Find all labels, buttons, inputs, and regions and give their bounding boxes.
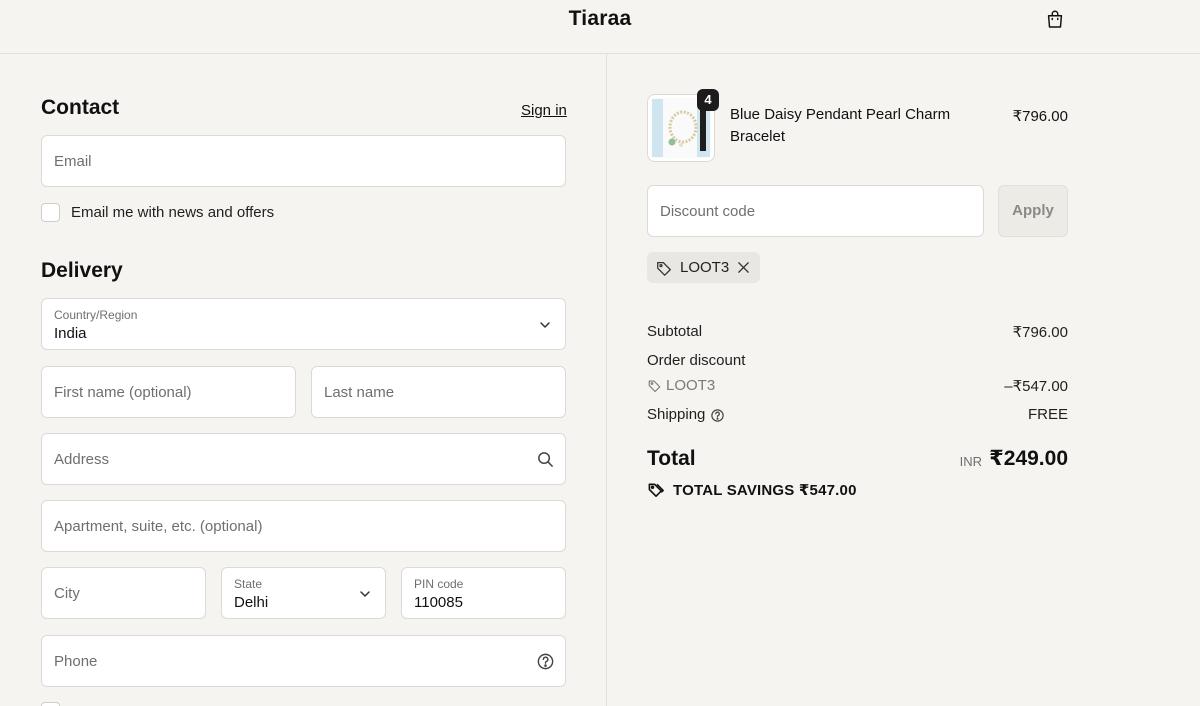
quantity-badge: 4 — [697, 89, 719, 111]
state-select[interactable]: State Delhi — [221, 567, 386, 619]
apply-button[interactable]: Apply — [998, 185, 1068, 237]
discount-code-input[interactable]: Discount code — [647, 185, 984, 237]
brand-logo[interactable]: Tiaraa — [0, 7, 1200, 31]
pin-code-label: PIN code — [414, 577, 464, 591]
search-icon[interactable] — [536, 450, 555, 469]
chevron-down-icon — [540, 322, 550, 328]
apartment-placeholder: Apartment, suite, etc. (optional) — [54, 518, 263, 535]
order-discount-label: Order discount — [647, 352, 746, 369]
city-placeholder: City — [54, 585, 80, 602]
column-divider — [606, 54, 607, 706]
pin-code-value: 110085 — [414, 594, 463, 611]
last-name-field[interactable]: Last name — [311, 366, 566, 418]
sign-in-link[interactable]: Sign in — [521, 102, 567, 119]
email-placeholder: Email — [54, 153, 92, 170]
country-select[interactable]: Country/Region India — [41, 298, 566, 350]
first-name-field[interactable]: First name (optional) — [41, 366, 296, 418]
state-value: Delhi — [234, 594, 269, 611]
discount-value: –₹547.00 — [1004, 378, 1068, 395]
country-label: Country/Region — [54, 308, 138, 322]
savings-tags-icon — [648, 483, 664, 497]
last-name-placeholder: Last name — [324, 384, 395, 401]
shipping-value: FREE — [1027, 406, 1068, 423]
country-value: India — [54, 325, 87, 342]
state-label: State — [234, 577, 263, 591]
shipping-label: Shipping — [647, 406, 706, 423]
city-field[interactable]: City — [41, 567, 206, 619]
email-field[interactable]: Email — [41, 135, 566, 187]
checkbox-partial[interactable] — [41, 702, 60, 706]
contact-title: Contact — [41, 96, 120, 119]
product-price: ₹796.00 — [1012, 108, 1068, 125]
shopping-bag-icon[interactable] — [1044, 8, 1066, 30]
total-label: Total — [647, 447, 696, 470]
phone-field[interactable]: Phone — [41, 635, 566, 687]
apartment-field[interactable]: Apartment, suite, etc. (optional) — [41, 500, 566, 552]
savings-value: ₹547.00 — [798, 482, 857, 499]
help-circle-icon[interactable] — [536, 652, 555, 671]
discount-code-placeholder: Discount code — [660, 203, 756, 220]
applied-discount-chip: LOOT3 — [647, 252, 760, 283]
phone-placeholder: Phone — [54, 653, 98, 670]
product-name: Blue Daisy Pendant Pearl Charm Bracelet — [730, 106, 951, 145]
total-value: ₹249.00 — [989, 447, 1068, 470]
pin-code-field[interactable]: PIN code 110085 — [401, 567, 566, 619]
remove-discount-icon[interactable] — [736, 260, 751, 275]
total-savings: TOTAL SAVINGS ₹547.00 — [673, 481, 857, 499]
news-checkbox-label: Email me with news and offers — [71, 204, 275, 221]
tag-icon — [657, 261, 671, 276]
help-circle-icon[interactable] — [710, 408, 725, 423]
header: Tiaraa — [0, 0, 1200, 54]
chevron-down-icon — [360, 591, 370, 597]
applied-code-label: LOOT3 — [680, 259, 730, 276]
savings-label: TOTAL SAVINGS — [673, 482, 795, 499]
address-field[interactable]: Address — [41, 433, 566, 485]
address-placeholder: Address — [54, 451, 110, 468]
discount-code-label: LOOT3 — [666, 377, 716, 394]
news-checkbox[interactable] — [41, 203, 60, 222]
subtotal-label: Subtotal — [647, 323, 703, 340]
delivery-title: Delivery — [41, 259, 123, 282]
subtotal-value: ₹796.00 — [1012, 324, 1068, 341]
first-name-placeholder: First name (optional) — [54, 384, 192, 401]
tag-icon — [648, 380, 661, 393]
